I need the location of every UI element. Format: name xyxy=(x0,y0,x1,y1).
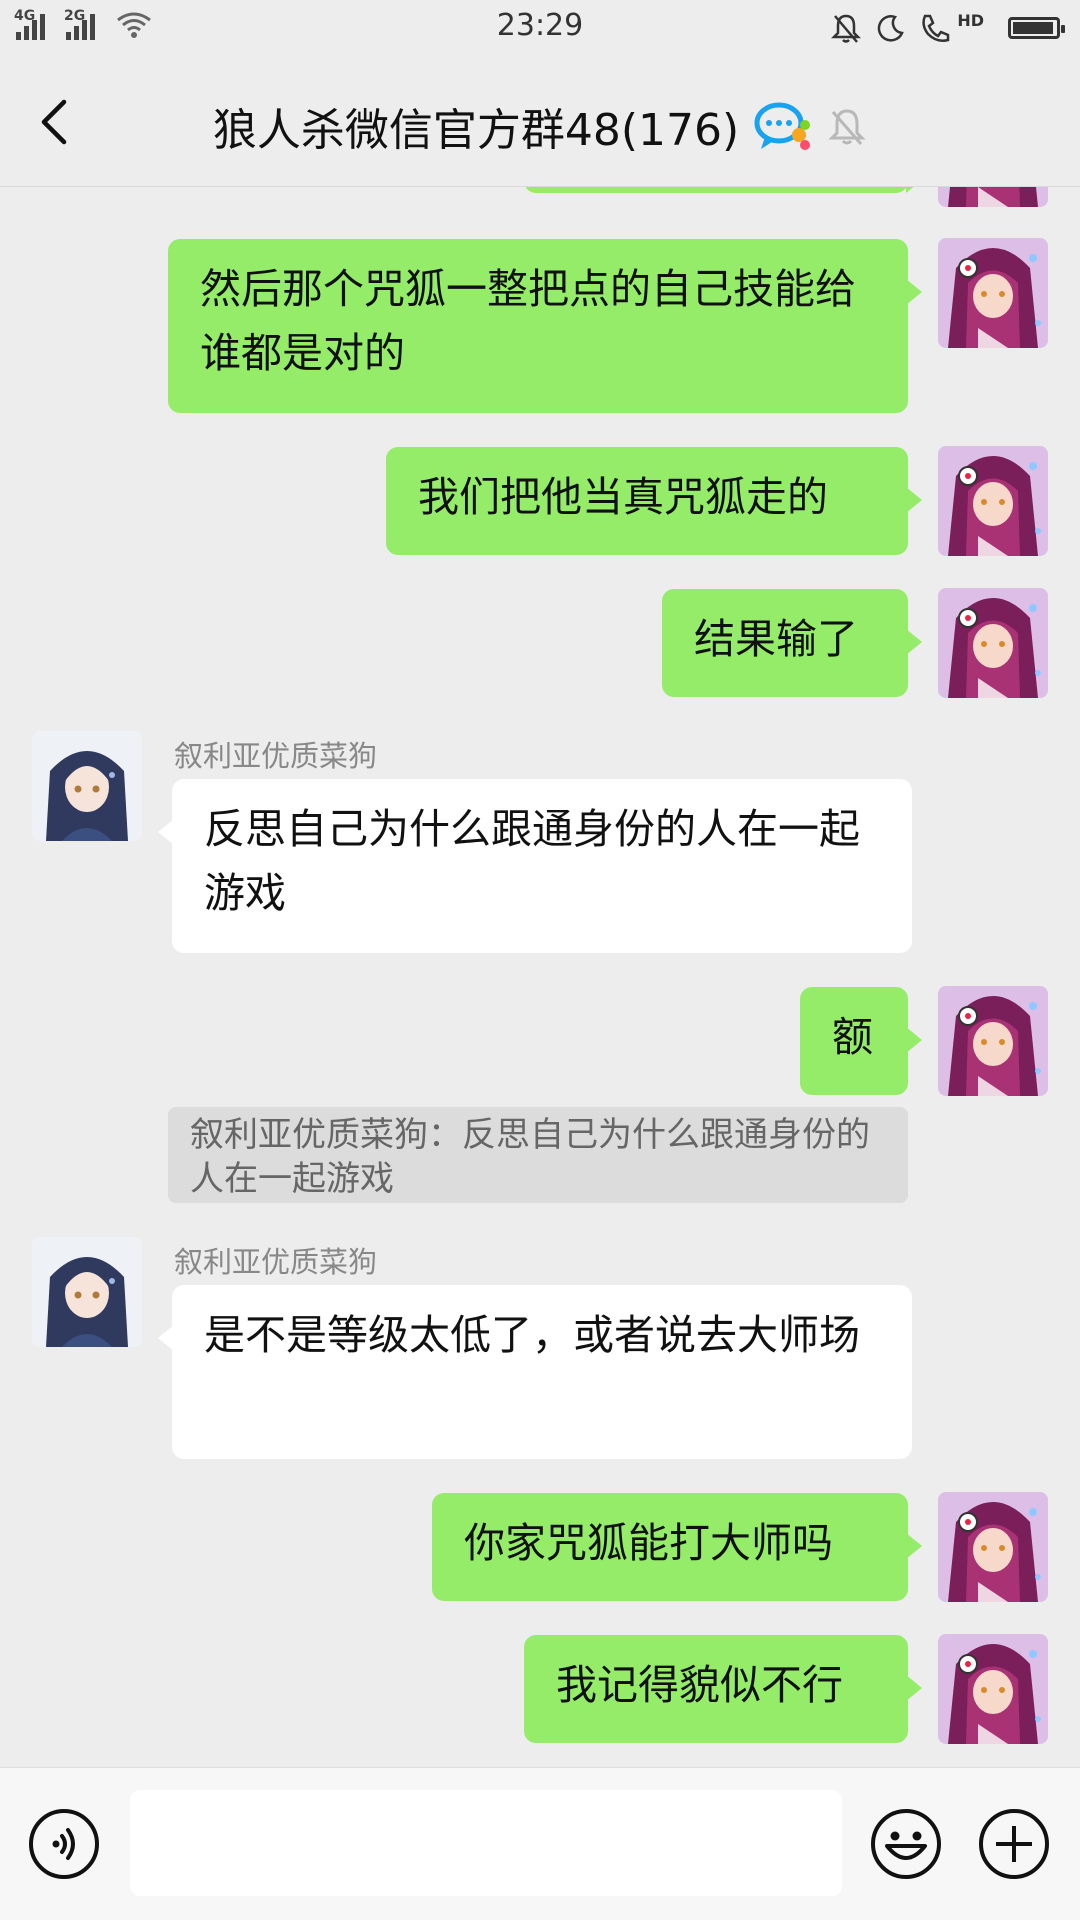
chat-screen: 4G 2G 23:29 HD 狼人杀微信官方群48(176) 然后那个咒狐一整把… xyxy=(0,0,1080,1920)
status-right: HD xyxy=(831,10,1065,44)
message-text: 结果输了 xyxy=(694,615,858,663)
avatar-contact[interactable] xyxy=(32,1237,142,1347)
plus-icon[interactable] xyxy=(978,1808,1050,1880)
mute-bell-icon xyxy=(828,109,866,145)
chat-title-group: 狼人杀微信官方群48(176) xyxy=(0,94,1080,158)
quoted-message-text: 叙利亚优质菜狗：反思自己为什么跟通身份的人在一起游戏 xyxy=(190,1115,870,1199)
message-bubble-outgoing[interactable]: 我记得貌似不行 xyxy=(524,1635,922,1743)
avatar-self[interactable] xyxy=(938,187,1048,207)
message-bubble-outgoing[interactable]: 然后那个咒狐一整把点的自己技能给谁都是对的 xyxy=(168,239,922,413)
message-text: 是不是等级太低了，或者说去大师场 xyxy=(204,1311,860,1359)
hd-label: HD xyxy=(957,10,984,30)
message-input[interactable] xyxy=(130,1790,842,1896)
message-text: 然后那个咒狐一整把点的自己技能给谁都是对的 xyxy=(200,265,856,377)
message-bubble-outgoing-partial[interactable] xyxy=(524,187,922,193)
emoji-icon[interactable] xyxy=(870,1808,942,1880)
avatar-self[interactable] xyxy=(938,986,1048,1096)
avatar-self[interactable] xyxy=(938,446,1048,556)
avatar-self[interactable] xyxy=(938,1492,1048,1602)
message-text: 你家咒狐能打大师吗 xyxy=(464,1519,833,1567)
message-bubble-outgoing[interactable]: 额 xyxy=(800,987,922,1095)
message-bubble-incoming[interactable]: 是不是等级太低了，或者说去大师场 xyxy=(158,1285,912,1459)
quoted-message[interactable]: 叙利亚优质菜狗：反思自己为什么跟通身份的人在一起游戏 xyxy=(168,1107,908,1203)
message-bubble-incoming[interactable]: 反思自己为什么跟通身份的人在一起游戏 xyxy=(158,779,912,953)
message-text: 我们把他当真咒狐走的 xyxy=(418,473,828,521)
moon-icon xyxy=(878,15,905,42)
battery-icon xyxy=(1008,17,1065,39)
battery-level-fill xyxy=(1013,22,1053,34)
message-list[interactable]: 然后那个咒狐一整把点的自己技能给谁都是对的 我们把他当真咒狐走的 结果输了 叙利… xyxy=(0,187,1080,1767)
hd-call-icon xyxy=(922,14,950,42)
message-text: 额 xyxy=(832,1013,873,1061)
voice-icon[interactable] xyxy=(28,1808,100,1880)
avatar-contact[interactable] xyxy=(32,731,142,841)
avatar-self[interactable] xyxy=(938,1634,1048,1744)
chat-header: 狼人杀微信官方群48(176) xyxy=(0,56,1080,187)
chat-title[interactable]: 狼人杀微信官方群48(176) xyxy=(213,94,739,158)
avatar-self[interactable] xyxy=(938,588,1048,698)
sender-name: 叙利亚优质菜狗 xyxy=(174,1245,378,1279)
message-bubble-outgoing[interactable]: 我们把他当真咒狐走的 xyxy=(386,447,922,555)
input-bar xyxy=(0,1767,1080,1920)
avatar-self[interactable] xyxy=(938,238,1048,348)
message-text: 我记得貌似不行 xyxy=(556,1661,843,1709)
sender-name: 叙利亚优质菜狗 xyxy=(174,739,378,773)
status-bar: 4G 2G 23:29 HD xyxy=(0,0,1080,56)
message-text: 反思自己为什么跟通身份的人在一起游戏 xyxy=(204,805,860,917)
message-bubble-outgoing[interactable]: 你家咒狐能打大师吗 xyxy=(432,1493,922,1601)
message-bubble-outgoing[interactable]: 结果输了 xyxy=(662,589,922,697)
mute-bell-icon xyxy=(831,14,862,43)
group-chat-icon xyxy=(754,102,811,150)
